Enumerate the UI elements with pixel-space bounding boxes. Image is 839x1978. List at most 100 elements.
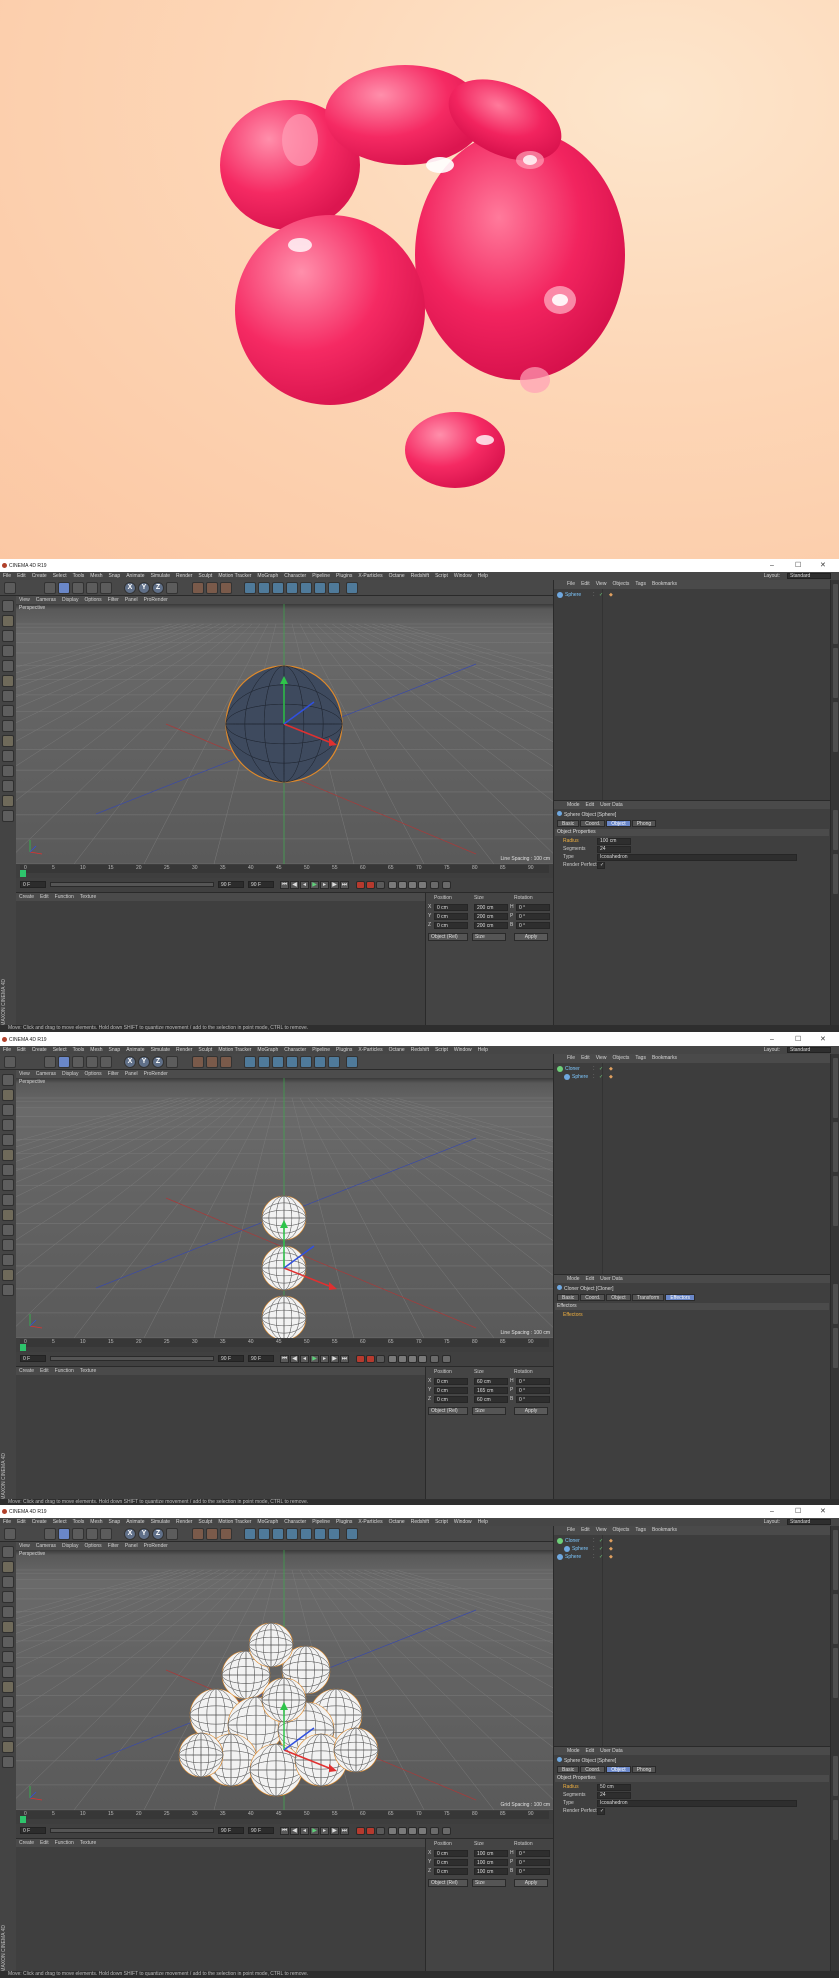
- cloner-icon[interactable]: [286, 1056, 298, 1068]
- om-menu-file[interactable]: File: [564, 1054, 578, 1063]
- timeline-menu-button[interactable]: [442, 1355, 451, 1363]
- range-slider[interactable]: [50, 882, 214, 887]
- menu-help[interactable]: Help: [475, 1518, 491, 1526]
- om-menu-file[interactable]: File: [564, 1526, 578, 1535]
- coordinate-system-icon[interactable]: [166, 1056, 178, 1068]
- view-menu-display[interactable]: Display: [59, 596, 81, 604]
- layout-select[interactable]: Standard: [787, 1519, 831, 1525]
- play-button[interactable]: ▶: [310, 1827, 319, 1835]
- minimize-icon[interactable]: –: [770, 1508, 774, 1515]
- pen-icon[interactable]: [258, 582, 270, 594]
- object-name[interactable]: Sphere: [572, 1545, 588, 1553]
- next-frame-button[interactable]: ▸: [320, 1355, 329, 1363]
- menu-simulate[interactable]: Simulate: [148, 1046, 173, 1054]
- knife-icon[interactable]: [2, 1284, 14, 1296]
- y-axis-icon[interactable]: Y: [138, 1528, 150, 1540]
- coordinate-mode-dropdown[interactable]: Object (Rel): [428, 1407, 468, 1415]
- menu-plugins[interactable]: Plugins: [333, 1046, 355, 1054]
- menu-motion-tracker[interactable]: Motion Tracker: [215, 1046, 254, 1054]
- om-menu-edit[interactable]: Edit: [578, 1526, 593, 1535]
- workplane-lock-icon[interactable]: [2, 765, 14, 777]
- next-key-button[interactable]: ▶: [330, 1827, 339, 1835]
- tab-object[interactable]: Object: [606, 1766, 631, 1773]
- om-menu-objects[interactable]: Objects: [609, 1054, 632, 1063]
- menu-octane[interactable]: Octane: [386, 1518, 408, 1526]
- minimize-icon[interactable]: –: [770, 1036, 774, 1043]
- om-menu-edit[interactable]: Edit: [578, 1054, 593, 1063]
- z-axis-icon[interactable]: Z: [152, 1528, 164, 1540]
- property-value[interactable]: 24: [597, 1792, 631, 1799]
- edges-mode-icon[interactable]: [2, 1621, 14, 1633]
- axis-mode-icon[interactable]: [2, 1179, 14, 1191]
- axis-mode-icon[interactable]: [2, 705, 14, 717]
- frame-start-field[interactable]: 0 F: [20, 1827, 46, 1834]
- next-frame-button[interactable]: ▸: [320, 1827, 329, 1835]
- model-mode-icon[interactable]: [2, 1561, 14, 1573]
- material-menu-edit[interactable]: Edit: [37, 893, 52, 901]
- object-item[interactable]: Cloner ⁚ ✓ ◆: [557, 1537, 827, 1545]
- menu-snap[interactable]: Snap: [106, 1046, 124, 1054]
- phong-tag-icon[interactable]: ◆: [609, 592, 613, 598]
- attributes-side-tab[interactable]: [833, 1284, 838, 1324]
- menu-octane[interactable]: Octane: [386, 572, 408, 580]
- render-view-icon[interactable]: [192, 582, 204, 594]
- deformer-icon[interactable]: [300, 1056, 312, 1068]
- menu-mesh[interactable]: Mesh: [87, 572, 105, 580]
- visibility-toggle-icon[interactable]: ⁚: [593, 1554, 595, 1560]
- live-selection-icon[interactable]: [44, 1528, 56, 1540]
- frame-end-field[interactable]: 90 F: [218, 1355, 244, 1362]
- key-param-button[interactable]: [418, 881, 427, 889]
- camera-icon[interactable]: [328, 582, 340, 594]
- material-menu-create[interactable]: Create: [16, 1367, 37, 1375]
- viewport[interactable]: Perspective Grid Spacing : 100 cm: [16, 1550, 553, 1810]
- solo-icon[interactable]: [2, 1209, 14, 1221]
- prev-key-button[interactable]: ◀: [290, 1827, 299, 1835]
- prev-frame-button[interactable]: ◂: [300, 1827, 309, 1835]
- timeline-ruler[interactable]: 0 5 10 15 20 25 30 35 40 45 50 55 60 65 70 75 80 85 90: [20, 1811, 549, 1819]
- rotate-icon[interactable]: [86, 582, 98, 594]
- move-icon[interactable]: [58, 582, 70, 594]
- frame-start-field[interactable]: 0 F: [20, 881, 46, 888]
- material-menu-texture[interactable]: Texture: [77, 893, 99, 901]
- apply-button[interactable]: Apply: [514, 1407, 548, 1415]
- move-icon[interactable]: [58, 1528, 70, 1540]
- prev-frame-button[interactable]: ◂: [300, 1355, 309, 1363]
- menu-file[interactable]: File: [0, 1046, 14, 1054]
- visibility-toggle-icon[interactable]: ⁚: [593, 592, 595, 598]
- scale-icon[interactable]: [72, 1528, 84, 1540]
- solo-icon[interactable]: [2, 735, 14, 747]
- key-pla-button[interactable]: [430, 881, 439, 889]
- scale-icon[interactable]: [72, 1056, 84, 1068]
- takes-side-tab[interactable]: [833, 1122, 838, 1172]
- size-field[interactable]: 100 cm: [474, 1859, 508, 1866]
- objects-side-tab[interactable]: [833, 1530, 838, 1590]
- menu-animate[interactable]: Animate: [123, 572, 147, 580]
- material-menu-function[interactable]: Function: [52, 1839, 77, 1847]
- content-browser-side-tab[interactable]: [833, 702, 838, 752]
- enable-check-icon[interactable]: ✓: [599, 1074, 603, 1080]
- view-menu-filter[interactable]: Filter: [105, 1070, 122, 1078]
- render-picture-viewer-icon[interactable]: [206, 582, 218, 594]
- go-end-button[interactable]: ⏭: [340, 1827, 349, 1835]
- playhead-marker[interactable]: [20, 1816, 26, 1823]
- keyframe-selection-button[interactable]: [376, 881, 385, 889]
- rotation-field[interactable]: 0 °: [516, 1850, 550, 1857]
- menu-help[interactable]: Help: [475, 572, 491, 580]
- snap-icon[interactable]: [2, 750, 14, 762]
- tweak-mode-icon[interactable]: [2, 1194, 14, 1206]
- snap-icon[interactable]: [2, 1696, 14, 1708]
- key-param-button[interactable]: [418, 1827, 427, 1835]
- knife-icon[interactable]: [2, 1756, 14, 1768]
- menu-edit[interactable]: Edit: [14, 572, 29, 580]
- om-menu-view[interactable]: View: [593, 1526, 610, 1535]
- menu-x-particles[interactable]: X-Particles: [355, 572, 385, 580]
- position-field[interactable]: 0 cm: [434, 1868, 468, 1875]
- phong-tag-icon[interactable]: ◆: [609, 1066, 613, 1072]
- om-menu-bookmarks[interactable]: Bookmarks: [649, 1054, 680, 1063]
- menu-create[interactable]: Create: [29, 1046, 50, 1054]
- texture-mode-icon[interactable]: [2, 1104, 14, 1116]
- scene-icon[interactable]: [314, 1528, 326, 1540]
- cube-icon[interactable]: [244, 582, 256, 594]
- phong-tag-icon[interactable]: ◆: [609, 1074, 613, 1080]
- x-axis-icon[interactable]: X: [124, 1056, 136, 1068]
